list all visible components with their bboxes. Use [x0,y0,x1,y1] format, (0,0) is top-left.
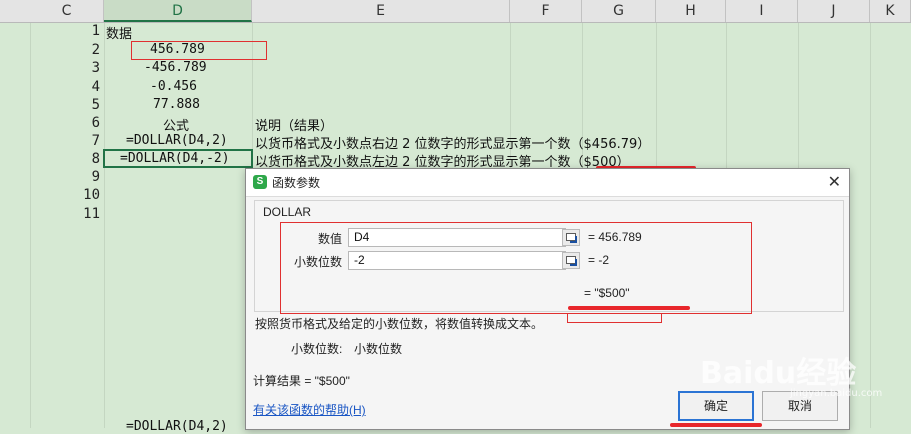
annotation-underline-ok [670,423,762,427]
function-help-link[interactable]: 有关该函数的帮助(H) [253,401,366,418]
column-header-bar: C D E F G H I J K [0,0,911,23]
row-number: 7 [91,133,100,149]
column-header-j[interactable]: J [798,0,870,22]
function-description: 按照货币格式及给定的小数位数，将数值转换成文本。 [255,317,544,331]
wps-spreadsheet-icon: S [253,175,267,189]
annotation-box-small [567,313,662,323]
watermark-url: jingyan.baidu.com [790,388,883,399]
cell-d1[interactable]: 数据 [106,23,132,42]
cell-d7[interactable]: =DOLLAR(D4,2) [126,133,228,148]
column-header-k[interactable]: K [870,0,911,22]
column-header-f[interactable]: F [510,0,582,22]
cell-partial-bottom[interactable]: =DOLLAR(D4,2) [126,419,228,434]
row-number: 9 [91,169,100,185]
row-number: 2 [91,42,100,58]
column-header-h[interactable]: H [656,0,726,22]
annotation-underline-formula [568,306,690,310]
column-header-g[interactable]: G [582,0,656,22]
cell-e6[interactable]: 说明（结果） [255,115,333,134]
dialog-title: 函数参数 [272,176,321,190]
arg-description-label: 小数位数: [291,342,343,356]
row-number: 5 [91,97,100,113]
close-icon[interactable]: ✕ [828,172,841,192]
row-number: 1 [91,23,100,39]
row-number: 4 [91,79,100,95]
row-number: 11 [83,206,100,222]
column-header-d[interactable]: D [104,0,252,22]
annotation-box-d2 [131,41,267,60]
cell-d6[interactable]: 公式 [163,115,189,134]
row-number: 3 [91,60,100,76]
ok-button[interactable]: 确定 [678,391,754,421]
row-number: 8 [91,151,100,167]
baidu-jingyan-watermark: Baidu经验 [700,356,857,391]
annotation-box-args [280,222,752,314]
function-name: DOLLAR [263,205,312,219]
row-number: 6 [91,115,100,131]
row-number: 10 [83,187,100,203]
cell-d3[interactable]: -456.789 [144,60,207,75]
dialog-titlebar[interactable]: S 函数参数 ✕ [246,169,849,197]
active-cell-selection [103,149,253,168]
column-header-i[interactable]: I [726,0,798,22]
cell-e7[interactable]: 以货币格式及小数点右边 2 位数字的形式显示第一个数（$456.79） [255,133,650,152]
cell-d5[interactable]: 77.888 [153,97,200,112]
cell-d4[interactable]: -0.456 [150,79,197,94]
calculation-result: 计算结果 = "$500" [253,374,350,388]
column-header-c[interactable]: C [30,0,104,22]
column-header-e[interactable]: E [252,0,510,22]
arg-description-text: 小数位数 [354,342,403,356]
